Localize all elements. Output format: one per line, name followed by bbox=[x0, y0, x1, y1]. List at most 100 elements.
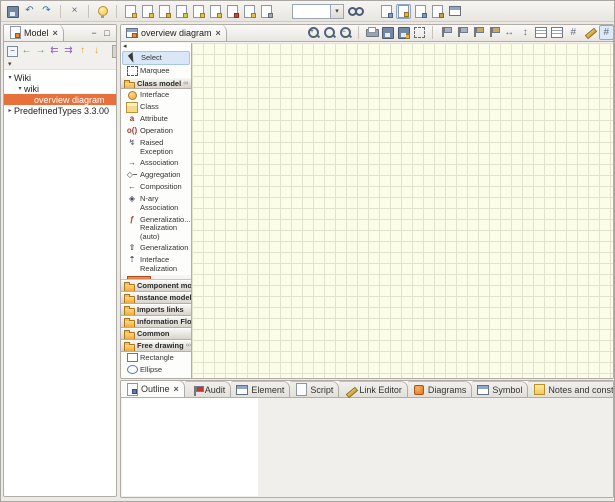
nav-back-icon[interactable]: ← bbox=[20, 45, 33, 58]
layout-icon[interactable] bbox=[550, 25, 565, 40]
save-icon[interactable] bbox=[5, 4, 20, 19]
tab-notes-and-constraints[interactable]: Notes and constraints bbox=[528, 381, 614, 397]
save-diagram-icon[interactable] bbox=[380, 25, 395, 40]
drawer-component-model[interactable]: Component mo... bbox=[121, 280, 191, 292]
tree-expander-icon[interactable]: ▾ bbox=[16, 85, 24, 92]
editor-tab-overview-diagram[interactable]: overview diagram × bbox=[121, 24, 227, 41]
text-tool[interactable]: TText bbox=[121, 376, 191, 378]
distribute-horizontal-icon[interactable]: ↔ bbox=[502, 25, 517, 40]
association-tool[interactable]: →Association bbox=[121, 157, 191, 169]
create-element-icon-7[interactable] bbox=[225, 4, 240, 19]
close-icon[interactable]: × bbox=[52, 28, 58, 38]
tree-item-wiki-project[interactable]: ▾Wiki bbox=[4, 72, 116, 83]
clipped-toolbar-icon[interactable] bbox=[104, 45, 116, 58]
selection-box-icon[interactable] bbox=[412, 25, 427, 40]
perspective-icon-3[interactable] bbox=[413, 4, 428, 19]
tree-item-wiki-package[interactable]: ▾wiki bbox=[4, 83, 116, 94]
attribute-tool[interactable]: aAttribute bbox=[121, 113, 191, 125]
style-edit-icon[interactable] bbox=[583, 25, 598, 40]
move-down-icon[interactable]: ↓ bbox=[90, 45, 103, 58]
create-element-icon-4[interactable] bbox=[174, 4, 189, 19]
drawer-common[interactable]: Common bbox=[121, 328, 191, 340]
create-element-icon-1[interactable] bbox=[123, 4, 138, 19]
close-icon[interactable]: × bbox=[215, 28, 221, 38]
element-search-combo[interactable]: ▾ bbox=[292, 4, 344, 19]
tree-item-predefined-types[interactable]: ▸PredefinedTypes 3.3.00 bbox=[4, 105, 116, 116]
zoom-out-icon[interactable]: − bbox=[338, 25, 353, 40]
create-element-icon-3[interactable] bbox=[157, 4, 172, 19]
distribute-vertical-icon[interactable]: ↕ bbox=[518, 25, 533, 40]
select-tool[interactable]: Select bbox=[122, 51, 190, 65]
move-up-icon[interactable]: ↑ bbox=[76, 45, 89, 58]
tab-symbol[interactable]: Symbol bbox=[472, 381, 528, 397]
tree-expander-icon[interactable]: ▸ bbox=[6, 107, 14, 114]
undo-icon[interactable]: ↶ bbox=[22, 4, 37, 19]
tools-icon[interactable]: × bbox=[67, 4, 82, 19]
tree-item-overview-diagram[interactable]: overview diagram bbox=[4, 94, 116, 105]
interface-realization-tool[interactable]: ⇡Interface Realization bbox=[121, 254, 191, 274]
nav-forward-icon[interactable]: → bbox=[34, 45, 47, 58]
align-left-icon[interactable] bbox=[438, 25, 453, 40]
create-element-icon-8[interactable] bbox=[242, 4, 257, 19]
rectangle-tool[interactable]: Rectangle bbox=[121, 352, 191, 364]
export-image-icon[interactable] bbox=[396, 25, 411, 40]
perspective-icon-5[interactable] bbox=[447, 4, 462, 19]
pin-drawer-icon[interactable]: ∞ bbox=[183, 80, 188, 87]
interface-tool[interactable]: Interface bbox=[121, 89, 191, 101]
perspective-icon-4[interactable] bbox=[430, 4, 445, 19]
tab-element[interactable]: Element bbox=[231, 381, 290, 397]
tree-expander-icon[interactable]: ▾ bbox=[6, 74, 14, 81]
align-top-icon[interactable] bbox=[470, 25, 485, 40]
raised-exception-tool[interactable]: ↯Raised Exception bbox=[121, 137, 191, 157]
model-view-icon[interactable] bbox=[9, 27, 21, 39]
palette-collapse-icon[interactable]: ◂ bbox=[121, 43, 191, 51]
tab-diagrams[interactable]: Diagrams bbox=[408, 381, 473, 397]
lightbulb-icon[interactable] bbox=[95, 4, 110, 19]
fit-content-icon[interactable] bbox=[534, 25, 549, 40]
chevron-down-icon[interactable]: ▾ bbox=[330, 5, 343, 18]
drawer-class-model[interactable]: Class model∞ bbox=[121, 77, 191, 89]
drawer-imports-links[interactable]: Imports links bbox=[121, 304, 191, 316]
operation-tool[interactable]: o()Operation bbox=[121, 125, 191, 137]
diagram-canvas[interactable] bbox=[192, 43, 613, 378]
history-forward-icon[interactable]: ⇉ bbox=[62, 45, 75, 58]
aggregation-tool[interactable]: ◇–Aggregation bbox=[121, 169, 191, 181]
drawer-free-drawing[interactable]: Free drawing∞ bbox=[121, 340, 191, 352]
ellipse-tool[interactable]: Ellipse bbox=[121, 364, 191, 376]
search-icon[interactable] bbox=[348, 4, 363, 19]
perspective-icon-2[interactable] bbox=[396, 4, 411, 19]
generalization-realization-tool[interactable]: ƒGeneralizatio... Realization (auto) bbox=[121, 214, 191, 243]
snap-grid-icon[interactable]: # bbox=[599, 25, 614, 40]
history-back-icon[interactable]: ⇇ bbox=[48, 45, 61, 58]
marquee-tool[interactable]: Marquee bbox=[121, 65, 191, 77]
drawer-information-flows[interactable]: Information Flo... bbox=[121, 316, 191, 328]
collapse-all-icon[interactable] bbox=[6, 45, 19, 58]
redo-icon[interactable]: ↷ bbox=[39, 4, 54, 19]
drawer-instance-model[interactable]: Instance model bbox=[121, 292, 191, 304]
zoom-original-icon[interactable] bbox=[322, 25, 337, 40]
tab-script[interactable]: Script bbox=[290, 381, 339, 397]
model-view-tab[interactable]: Model × bbox=[4, 24, 64, 41]
zoom-in-icon[interactable]: + bbox=[306, 25, 321, 40]
view-menu-icon[interactable]: ▾ bbox=[4, 60, 116, 70]
create-element-icon-6[interactable] bbox=[208, 4, 223, 19]
maximize-view-icon[interactable]: □ bbox=[102, 28, 112, 38]
grid-icon[interactable]: # bbox=[566, 25, 581, 40]
composition-tool[interactable]: ←Composition bbox=[121, 181, 191, 193]
tab-audit[interactable]: Audit bbox=[185, 381, 232, 397]
pin-drawer-icon[interactable]: ∞ bbox=[186, 342, 191, 349]
create-element-icon-2[interactable] bbox=[140, 4, 155, 19]
minimize-view-icon[interactable]: − bbox=[89, 28, 99, 38]
diagram-icon[interactable] bbox=[126, 27, 138, 39]
print-icon[interactable] bbox=[364, 25, 379, 40]
class-tool[interactable]: Class bbox=[121, 101, 191, 113]
perspective-icon-1[interactable] bbox=[379, 4, 394, 19]
align-bottom-icon[interactable] bbox=[486, 25, 501, 40]
create-element-icon-9[interactable] bbox=[259, 4, 274, 19]
generalization-tool[interactable]: ⇧Generalization bbox=[121, 242, 191, 254]
tab-link-editor[interactable]: Link Editor bbox=[339, 381, 408, 397]
close-icon[interactable]: × bbox=[173, 384, 179, 394]
align-right-icon[interactable] bbox=[454, 25, 469, 40]
nary-association-tool[interactable]: ◈N-ary Association bbox=[121, 193, 191, 213]
create-element-icon-5[interactable] bbox=[191, 4, 206, 19]
